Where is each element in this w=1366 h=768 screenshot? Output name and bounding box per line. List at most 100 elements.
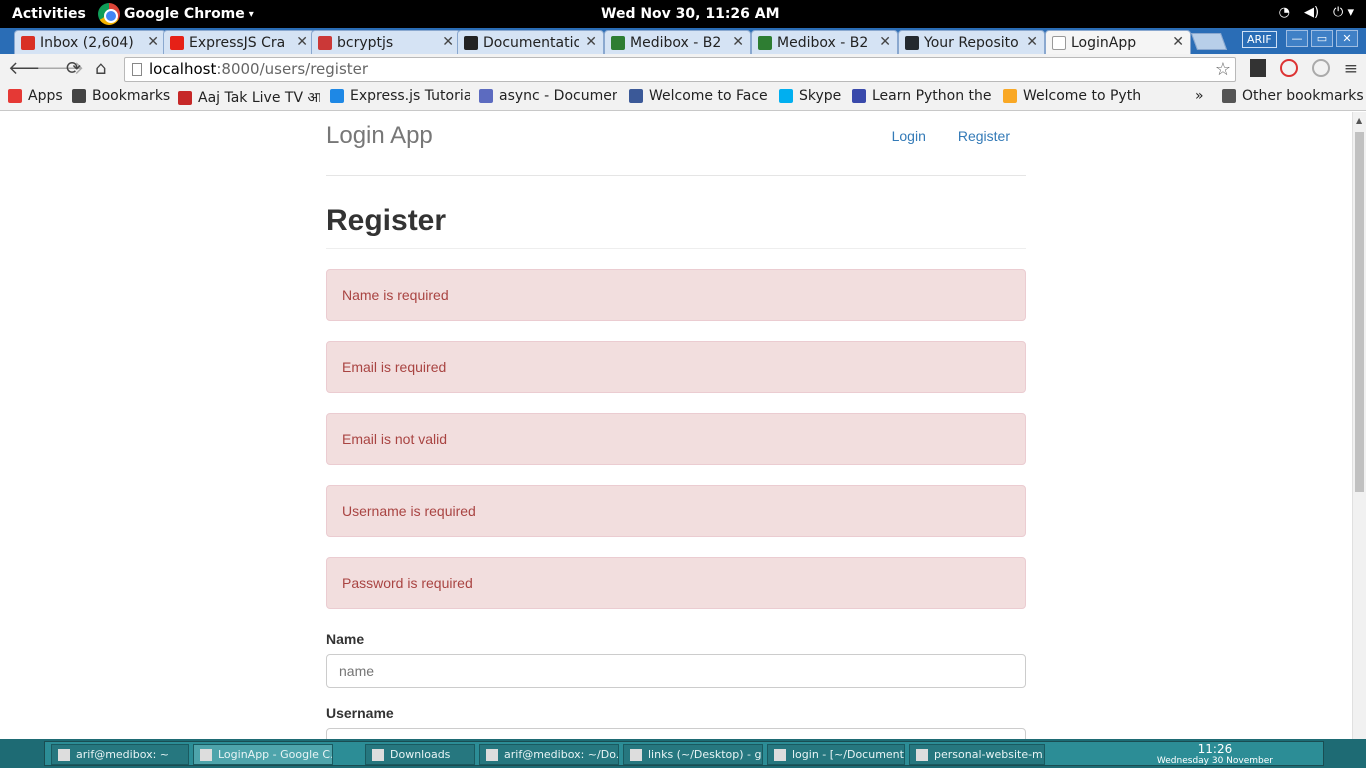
tab-close-icon[interactable]: ✕ <box>732 34 744 50</box>
other-bookmarks[interactable]: Other bookmarks <box>1222 88 1364 104</box>
browser-tab[interactable]: LoginApp ✕ <box>1045 30 1191 54</box>
window-icon <box>916 748 928 761</box>
bookmarks-bar: Apps Bookmarks Aaj Tak Live TV आ Express.js… <box>0 84 1366 111</box>
bookmark-item[interactable]: Apps <box>8 88 64 104</box>
profile-button[interactable]: ARIF <box>1242 31 1277 48</box>
header-divider <box>326 175 1026 176</box>
taskbar-window-item[interactable]: arif@medibox: ~ <box>51 744 189 765</box>
tab-close-icon[interactable]: ✕ <box>1172 34 1184 50</box>
tab-favicon-icon <box>21 35 35 50</box>
other-bookmarks-label: Other bookmarks <box>1242 88 1364 104</box>
chrome-menu-icon[interactable]: ≡ <box>1344 59 1358 79</box>
window-icon <box>372 748 384 761</box>
nav-register-link[interactable]: Register <box>958 128 1010 144</box>
bookmark-favicon-icon <box>72 89 86 103</box>
browser-tab[interactable]: Your Reposito ✕ <box>898 30 1045 54</box>
bookmark-item[interactable]: Learn Python the <box>852 88 992 104</box>
bookmark-item[interactable]: Express.js Tutoria <box>330 88 470 104</box>
system-top-bar: Activities Google Chrome ▾ Wed Nov 30, 1… <box>0 0 1366 28</box>
wifi-icon[interactable]: ◔ <box>1279 5 1290 20</box>
name-input[interactable] <box>326 654 1026 688</box>
extension-gray-icon[interactable] <box>1311 59 1330 77</box>
tab-title: Your Reposito <box>924 34 1019 51</box>
system-clock[interactable]: Wed Nov 30, 11:26 AM <box>601 6 780 22</box>
browser-tab[interactable]: Medibox - B2 ✕ <box>751 30 898 54</box>
tab-close-icon[interactable]: ✕ <box>585 34 597 50</box>
tab-favicon-icon <box>318 35 332 50</box>
extension-film-icon[interactable] <box>1249 59 1266 77</box>
navbar-brand[interactable]: Login App <box>326 122 433 150</box>
new-tab-button[interactable] <box>1190 33 1228 50</box>
activities-button[interactable]: Activities <box>12 6 86 22</box>
tab-favicon-icon <box>464 35 478 50</box>
page-scrollbar[interactable]: ▲ <box>1352 112 1366 739</box>
tab-close-icon[interactable]: ✕ <box>147 34 159 50</box>
browser-tab[interactable]: Documentatio ✕ <box>457 30 604 54</box>
bookmark-item[interactable]: async - Documen <box>479 88 617 104</box>
tab-favicon-icon <box>758 35 772 50</box>
name-label: Name <box>326 631 365 647</box>
bookmark-item[interactable]: Welcome to Pyth <box>1003 88 1143 104</box>
tab-close-icon[interactable]: ✕ <box>879 34 891 50</box>
bookmark-item[interactable]: Skype <box>779 88 843 104</box>
tab-favicon-icon <box>611 35 625 50</box>
window-icon <box>486 748 498 761</box>
tab-title: Medibox - B2 <box>630 34 722 51</box>
browser-tab[interactable]: Medibox - B2 ✕ <box>604 30 751 54</box>
taskbar-window-item[interactable]: personal-website-m... <box>909 744 1045 765</box>
chevron-down-icon: ▾ <box>248 8 254 20</box>
bookmark-favicon-icon <box>479 89 493 103</box>
home-icon[interactable]: ⌂ <box>95 58 106 79</box>
nav-login-link[interactable]: Login <box>892 128 926 144</box>
window-icon <box>58 748 70 761</box>
page-icon <box>132 63 142 76</box>
page-title: Register <box>326 204 447 237</box>
browser-tab[interactable]: bcryptjs ✕ <box>311 30 461 54</box>
minimize-button[interactable]: — <box>1286 30 1308 47</box>
bookmark-item[interactable]: Aaj Tak Live TV आ <box>178 88 320 107</box>
close-window-button[interactable]: ✕ <box>1336 30 1358 47</box>
taskbar-window-item[interactable]: arif@medibox: ~/Do... <box>479 744 619 765</box>
tab-close-icon[interactable]: ✕ <box>1026 34 1038 50</box>
taskbar-window-list: arif@medibox: ~ LoginApp - Google C... Dow… <box>44 741 1324 766</box>
tab-title: bcryptjs <box>337 34 394 51</box>
taskbar-clock[interactable]: 11:26 Wednesday 30 November <box>1157 742 1273 766</box>
bookmark-label: Bookmarks <box>92 88 171 104</box>
chrome-logo-icon <box>98 3 120 25</box>
bookmark-item[interactable]: Bookmarks <box>72 88 172 104</box>
tab-favicon-icon <box>170 35 184 50</box>
browser-tab[interactable]: Inbox (2,604) ✕ <box>14 30 166 54</box>
taskbar-window-label: links (~/Desktop) - g... <box>648 748 763 761</box>
tab-close-icon[interactable]: ✕ <box>442 34 454 50</box>
app-menu[interactable]: Google Chrome ▾ <box>98 0 254 28</box>
tab-close-icon[interactable]: ✕ <box>296 34 308 50</box>
bookmark-favicon-icon <box>178 90 192 105</box>
bookmark-item[interactable]: Welcome to Face <box>629 88 767 104</box>
volume-icon[interactable]: ◀) <box>1304 5 1319 20</box>
title-divider <box>326 248 1026 249</box>
window-icon <box>774 748 786 761</box>
bookmark-label: Aaj Tak Live TV आ <box>198 90 320 106</box>
taskbar-window-item[interactable]: links (~/Desktop) - g... <box>623 744 763 765</box>
taskbar-window-item[interactable]: login - [~/Document... <box>767 744 905 765</box>
bookmarks-overflow-button[interactable]: » <box>1195 88 1204 104</box>
extension-blocked-icon[interactable] <box>1279 59 1298 77</box>
maximize-button[interactable]: ▭ <box>1311 30 1333 47</box>
alert-danger: Username is required <box>326 485 1026 537</box>
scrollbar-thumb[interactable] <box>1355 132 1364 492</box>
bookmark-label: Welcome to Pyth <box>1023 88 1142 104</box>
folder-icon <box>1222 89 1236 103</box>
taskbar-window-label: personal-website-m... <box>934 748 1045 761</box>
address-bar[interactable]: localhost:8000/users/register ☆ <box>124 57 1236 82</box>
taskbar-window-item[interactable]: LoginApp - Google C... <box>193 744 333 765</box>
scroll-up-icon[interactable]: ▲ <box>1356 116 1362 125</box>
reload-icon[interactable]: ⟳ <box>66 58 81 79</box>
tab-title: ExpressJS Cra <box>189 34 285 51</box>
browser-toolbar: 🡐 🡒 ⟳ ⌂ localhost:8000/users/register ☆ … <box>0 54 1366 84</box>
bookmark-star-icon[interactable]: ☆ <box>1215 58 1231 81</box>
power-icon[interactable]: ⏻ ▾ <box>1333 5 1354 20</box>
url-host: localhost <box>149 60 217 78</box>
username-input[interactable] <box>326 728 1026 739</box>
browser-tab[interactable]: ExpressJS Cra ✕ <box>163 30 315 54</box>
taskbar-window-item[interactable]: Downloads <box>365 744 475 765</box>
